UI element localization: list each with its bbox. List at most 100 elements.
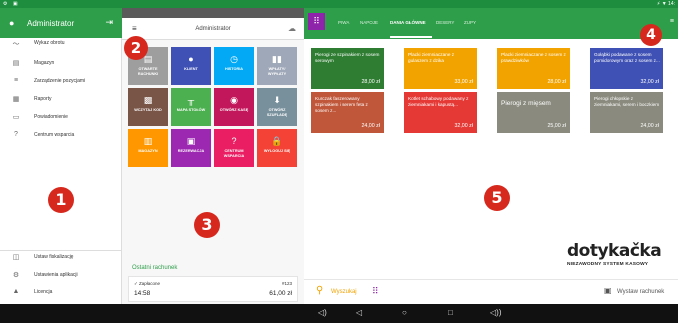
function-tile[interactable]: ▩ WCZYTAJ KOD <box>128 88 168 126</box>
tile-icon: ▩ <box>143 95 153 105</box>
tile-label: OTWÓRZ SZUFLADĘ <box>266 108 288 117</box>
search-button[interactable]: Wyszukaj <box>331 289 357 295</box>
product-tile[interactable]: Kotlet schabowy podawany z ziemniakami i… <box>404 92 477 133</box>
back-icon[interactable]: ◁ <box>356 308 362 317</box>
product-price: 28,00 zł <box>361 79 380 85</box>
last-receipt-card[interactable]: ✓ Zapłacone #123 14:58 61,00 zł <box>128 276 298 302</box>
sidebar-item[interactable]: 〜 Wykaz obrotu <box>0 36 122 52</box>
tile-icon: ? <box>231 136 237 146</box>
grid-menu-icon[interactable]: ⠿ <box>308 13 325 30</box>
help-icon: ? <box>14 131 18 138</box>
tab-zupy[interactable]: ZUPY <box>464 20 476 25</box>
product-price: 32,00 zł <box>640 79 659 85</box>
product-price: 28,00 zł <box>547 79 566 85</box>
sidebar-item[interactable]: ▦ Raporty <box>0 92 122 108</box>
sidebar-item-label: Raporty <box>34 96 52 102</box>
sidebar-item[interactable]: ? Centrum wsparcia <box>0 128 122 144</box>
sidebar-bottom-item[interactable]: ⚙ Ustawienia aplikacji <box>0 268 122 284</box>
sidebar-bottom-item[interactable]: ◫ Ustaw fiskalizację <box>0 250 122 266</box>
product-tile[interactable]: Gołąbki podawane z sosem pomidorowym ora… <box>590 48 663 89</box>
product-price: 32,00 zł <box>454 123 473 129</box>
callout-badge-3: 3 <box>194 212 220 238</box>
status-left-icons: ⚙ ▣ <box>3 1 20 7</box>
product-price: 33,00 zł <box>454 79 473 85</box>
function-tile[interactable]: ⬇ OTWÓRZ SZUFLADĘ <box>257 88 297 126</box>
brand-logo: dotykačka NIEZAWODNY SYSTEM KASOWY <box>567 241 677 267</box>
callout-badge-1: 1 <box>48 187 74 213</box>
function-tile[interactable]: 🔒 WYLOGUJ SIĘ <box>257 129 297 167</box>
status-bar: ⚙ ▣ ⚡ ▼ 14: <box>0 0 678 8</box>
product-name: Pierogi chłopskie z ziemniakami, serem i… <box>594 96 660 107</box>
user-icon: ● <box>9 18 15 28</box>
function-tile[interactable]: ▣ REZERWACJA <box>171 129 211 167</box>
product-tile[interactable]: Pierogi chłopskie z ziemniakami, serem i… <box>590 92 663 133</box>
product-name: Placki ziemniaczane z sosem z prawdziwkó… <box>501 52 566 63</box>
last-receipt-heading: Ostatni rachunek <box>132 265 178 271</box>
logout-icon[interactable]: ⇥ <box>105 17 113 28</box>
sidebar-item[interactable]: ≡ Zarządzenie pozycjami <box>0 74 122 90</box>
sidebar-item[interactable]: ▭ Powiadomienie <box>0 110 122 126</box>
tile-icon: ◉ <box>230 95 238 105</box>
product-name: Kotlet schabowy podawany z ziemniakami i… <box>408 96 469 107</box>
keypad-icon[interactable]: ⠿ <box>372 286 379 297</box>
tile-label: WPŁATY/ WYPŁATY <box>267 67 287 76</box>
license-icon: ▲ <box>12 288 20 295</box>
product-tile[interactable]: Placki ziemniaczane z sosem z prawdziwkó… <box>497 48 570 89</box>
product-tile[interactable]: Kurczak faszerowany szpinakiem i serem f… <box>311 92 384 133</box>
product-tile[interactable]: Pierogi ze szpinakiem z sosem serowym 28,… <box>311 48 384 89</box>
function-tile[interactable]: ? CENTRUM WSPARCIA <box>214 129 254 167</box>
product-name: Gołąbki podawane z sosem pomidorowym ora… <box>594 52 660 63</box>
tab-napoje[interactable]: NAPOJE <box>360 20 378 25</box>
product-tile[interactable]: Pierogi z mięsem 25,00 zł <box>497 92 570 133</box>
volume-up-icon[interactable]: ◁)) <box>490 308 501 317</box>
volume-down-icon[interactable]: ◁) <box>318 308 327 317</box>
issue-receipt-button[interactable]: Wystaw rachunek <box>617 289 664 295</box>
function-tile[interactable]: ▥ MAGAZYN <box>128 129 168 167</box>
function-tile[interactable]: ╥ MAPA STOŁÓW <box>171 88 211 126</box>
function-tile[interactable]: ● KLIENT <box>171 47 211 85</box>
tab-desery[interactable]: DESERY <box>436 20 454 25</box>
function-tile[interactable]: ▮▮ WPŁATY/ WYPŁATY <box>257 47 297 85</box>
sidebar-header: ● Administrator ⇥ <box>0 8 122 38</box>
android-nav-bar: ◁) ◁ ○ □ ◁)) <box>0 304 678 323</box>
tile-icon: ▣ <box>186 136 196 146</box>
sidebar-item[interactable]: ▤ Magazyn <box>0 56 122 72</box>
product-name: Placki ziemniaczane z gulaszem z dzika <box>408 52 455 63</box>
tile-label: OTWARTE RACHUNKI <box>137 67 159 76</box>
tile-label: OTWÓRZ KASĘ <box>219 108 249 112</box>
cloud-icon[interactable]: ☁ <box>288 24 296 33</box>
logo-word: dotykačka <box>567 241 662 261</box>
orders-icon: ≡ <box>13 77 19 84</box>
sidebar-item-label: Ustaw fiskalizację <box>34 254 74 260</box>
function-tile[interactable]: ◉ OTWÓRZ KASĘ <box>214 88 254 126</box>
tile-label: MAPA STOŁÓW <box>176 108 206 112</box>
product-name: Pierogi ze szpinakiem z sosem serowym <box>315 52 380 63</box>
more-menu-icon[interactable]: ≡ <box>670 18 674 25</box>
callout-badge-4: 4 <box>640 24 662 46</box>
tile-icon: ╥ <box>187 95 195 105</box>
search-icon[interactable]: ⚲ <box>316 285 323 296</box>
sidebar-item-label: Ustawienia aplikacji <box>34 272 78 278</box>
callout-badge-2: 2 <box>124 36 148 60</box>
sidebar-bottom-item[interactable]: ▲ Licencja <box>0 285 122 301</box>
product-price: 24,00 zł <box>361 123 380 129</box>
sidebar-title: Administrator <box>27 19 75 28</box>
product-tile[interactable]: Placki ziemniaczane z gulaszem z dzika 33… <box>404 48 477 89</box>
tile-label: MAGAZYN <box>138 149 158 153</box>
trend-icon: 〜 <box>12 41 20 48</box>
reports-icon: ▦ <box>12 96 20 103</box>
tab-dania-główne[interactable]: DANIA GŁÓWNE <box>390 20 426 25</box>
tile-label: WYLOGUJ SIĘ <box>263 149 291 153</box>
recents-icon[interactable]: □ <box>448 308 453 317</box>
function-tile[interactable]: ◷ HISTORIA <box>214 47 254 85</box>
tile-icon: ▮▮ <box>272 54 282 64</box>
tile-label: REZERWACJA <box>177 149 205 153</box>
tile-icon: ◷ <box>230 54 238 64</box>
home-icon[interactable]: ○ <box>402 308 407 317</box>
bottom-bar: ⚲ Wyszukaj ⠿ ▣ Wystaw rachunek <box>304 279 678 304</box>
settings-icon: ⚙ <box>12 272 20 279</box>
receipt-icon[interactable]: ▣ <box>604 286 612 295</box>
tab-piwa[interactable]: PIWA <box>338 20 349 25</box>
product-name: Kurczak faszerowany szpinakiem i serem f… <box>315 96 368 113</box>
tile-icon: 🔒 <box>271 136 283 146</box>
